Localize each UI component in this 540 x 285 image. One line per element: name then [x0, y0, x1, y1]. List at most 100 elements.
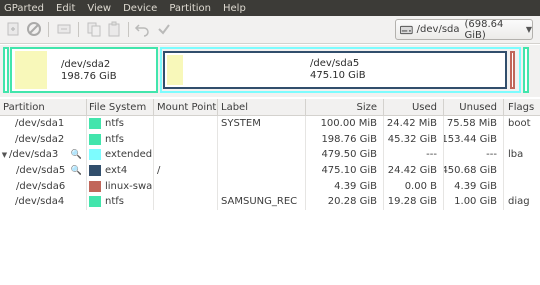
disk-map: /dev/sda2 198.76 GiB /dev/sda5 475.10 Gi… — [0, 45, 540, 97]
table-row[interactable]: /dev/sda4 ntfs SAMSUNG_REC 20.28 GiB 19.… — [0, 193, 540, 210]
file-system: extended — [105, 149, 153, 161]
table-header: Partition File System Mount Point Label … — [0, 99, 540, 116]
tree-expander-icon[interactable]: ▼ — [0, 151, 9, 159]
column-partition[interactable]: Partition — [0, 99, 87, 115]
partition-unused: 450.68 GiB — [444, 162, 504, 179]
column-unused[interactable]: Unused — [444, 99, 504, 115]
file-system: ntfs — [105, 118, 124, 130]
menu-edit[interactable]: Edit — [50, 3, 81, 14]
device-selector[interactable]: /dev/sda (698.64 GiB) ▼ — [395, 19, 533, 41]
menu-partition[interactable]: Partition — [163, 3, 217, 14]
partition-used: 45.32 GiB — [384, 131, 444, 148]
paste-icon[interactable] — [106, 21, 122, 37]
diskmap-used-fill — [167, 55, 183, 85]
partition-label — [218, 147, 306, 163]
partition-label — [218, 162, 306, 179]
column-used[interactable]: Used — [384, 99, 444, 115]
column-file-system[interactable]: File System — [87, 99, 154, 115]
new-icon[interactable] — [5, 21, 21, 37]
mount-point — [154, 193, 218, 210]
partition-label: SYSTEM — [218, 116, 306, 132]
resize-icon[interactable] — [56, 21, 72, 37]
diskmap-sda5-name: /dev/sda5 — [310, 58, 360, 69]
apply-icon[interactable] — [156, 21, 172, 37]
toolbar-separator — [128, 22, 129, 37]
partition-flags — [504, 163, 540, 179]
diskmap-sda2-name: /dev/sda2 — [61, 59, 111, 70]
partition-unused: 1.00 GiB — [444, 193, 504, 210]
table-row[interactable]: /dev/sda5 🔍 ext4 / 475.10 GiB 24.42 GiB 4… — [0, 162, 540, 179]
fs-color-swatch — [89, 133, 101, 145]
partition-used: 24.42 GiB — [384, 162, 444, 179]
table-row[interactable]: /dev/sda1 ntfs SYSTEM 100.00 MiB 24.42 M… — [0, 116, 540, 132]
toolbar-separator — [78, 22, 79, 37]
partition-flags: diag — [508, 196, 530, 208]
partition-unused: 153.44 GiB — [444, 131, 504, 148]
diskmap-partition-sda4[interactable] — [523, 47, 529, 93]
fs-color-swatch — [89, 149, 101, 161]
menu-view[interactable]: View — [81, 3, 117, 14]
key-icon: 🔍 — [70, 149, 82, 160]
file-system: ntfs — [105, 133, 124, 145]
file-system: ntfs — [105, 196, 124, 208]
diskmap-partition-sda5[interactable]: /dev/sda5 475.10 GiB — [163, 51, 507, 89]
fs-color-swatch — [89, 180, 101, 192]
partition-table: Partition File System Mount Point Label … — [0, 99, 540, 210]
column-label[interactable]: Label — [218, 99, 306, 115]
copy-icon[interactable] — [86, 21, 102, 37]
mount-point: / — [154, 162, 218, 179]
fs-color-swatch — [89, 165, 101, 177]
column-flags[interactable]: Flags — [504, 99, 540, 115]
partition-name: /dev/sda6 — [16, 180, 66, 192]
partition-size: 20.28 GiB — [306, 193, 384, 210]
partition-flags: lba — [508, 149, 524, 161]
hard-disk-icon — [400, 25, 413, 34]
device-name: /dev/sda — [416, 24, 460, 35]
fs-color-swatch — [89, 196, 101, 208]
partition-flags — [504, 132, 540, 148]
toolbar: /dev/sda (698.64 GiB) ▼ — [0, 16, 540, 44]
table-row[interactable]: /dev/sda2 ntfs 198.76 GiB 45.32 GiB 153.… — [0, 131, 540, 148]
partition-name: /dev/sda2 — [15, 133, 65, 145]
mount-point — [154, 131, 218, 148]
diskmap-partition-sda6[interactable] — [510, 51, 515, 89]
partition-label — [218, 178, 306, 194]
partition-label: SAMSUNG_REC — [218, 193, 306, 210]
partition-unused: --- — [444, 147, 504, 163]
partition-used: 19.28 GiB — [384, 193, 444, 210]
column-size[interactable]: Size — [306, 99, 384, 115]
table-row[interactable]: /dev/sda6 linux-swap 4.39 GiB 0.00 B 4.3… — [0, 178, 540, 194]
partition-flags: boot — [508, 118, 531, 130]
fs-color-swatch — [89, 118, 101, 130]
file-system: linux-swap — [105, 180, 154, 192]
menu-bar: GParted Edit View Device Partition Help — [0, 0, 540, 16]
partition-size: 479.50 GiB — [306, 147, 384, 163]
menu-device[interactable]: Device — [117, 3, 163, 14]
partition-used: 24.42 MiB — [384, 116, 444, 132]
diskmap-used-fill — [15, 51, 47, 89]
diskmap-sda5-size: 475.10 GiB — [310, 70, 366, 81]
mount-point — [154, 116, 218, 132]
partition-size: 198.76 GiB — [306, 131, 384, 148]
column-mount-point[interactable]: Mount Point — [154, 99, 218, 115]
key-icon: 🔍 — [70, 165, 82, 176]
diskmap-partition-sda3-extended[interactable]: /dev/sda5 475.10 GiB — [160, 47, 521, 93]
partition-name: /dev/sda1 — [15, 118, 65, 130]
partition-label — [218, 131, 306, 148]
diskmap-partition-sda2[interactable]: /dev/sda2 198.76 GiB — [10, 47, 158, 93]
undo-icon[interactable] — [134, 21, 150, 37]
diskmap-partition-sda1[interactable] — [3, 47, 9, 93]
table-row[interactable]: ▼/dev/sda3 🔍 extended 479.50 GiB --- --- … — [0, 147, 540, 163]
delete-icon[interactable] — [26, 21, 42, 37]
mount-point — [154, 178, 218, 194]
partition-used: --- — [384, 147, 444, 163]
partition-name: /dev/sda5 — [16, 165, 66, 177]
partition-name: /dev/sda4 — [15, 196, 65, 208]
partition-size: 4.39 GiB — [306, 178, 384, 194]
menu-help[interactable]: Help — [217, 3, 252, 14]
chevron-down-icon: ▼ — [525, 25, 532, 34]
menu-gparted[interactable]: GParted — [2, 3, 50, 14]
partition-size: 475.10 GiB — [306, 162, 384, 179]
mount-point — [154, 147, 218, 163]
partition-unused: 75.58 MiB — [444, 116, 504, 132]
